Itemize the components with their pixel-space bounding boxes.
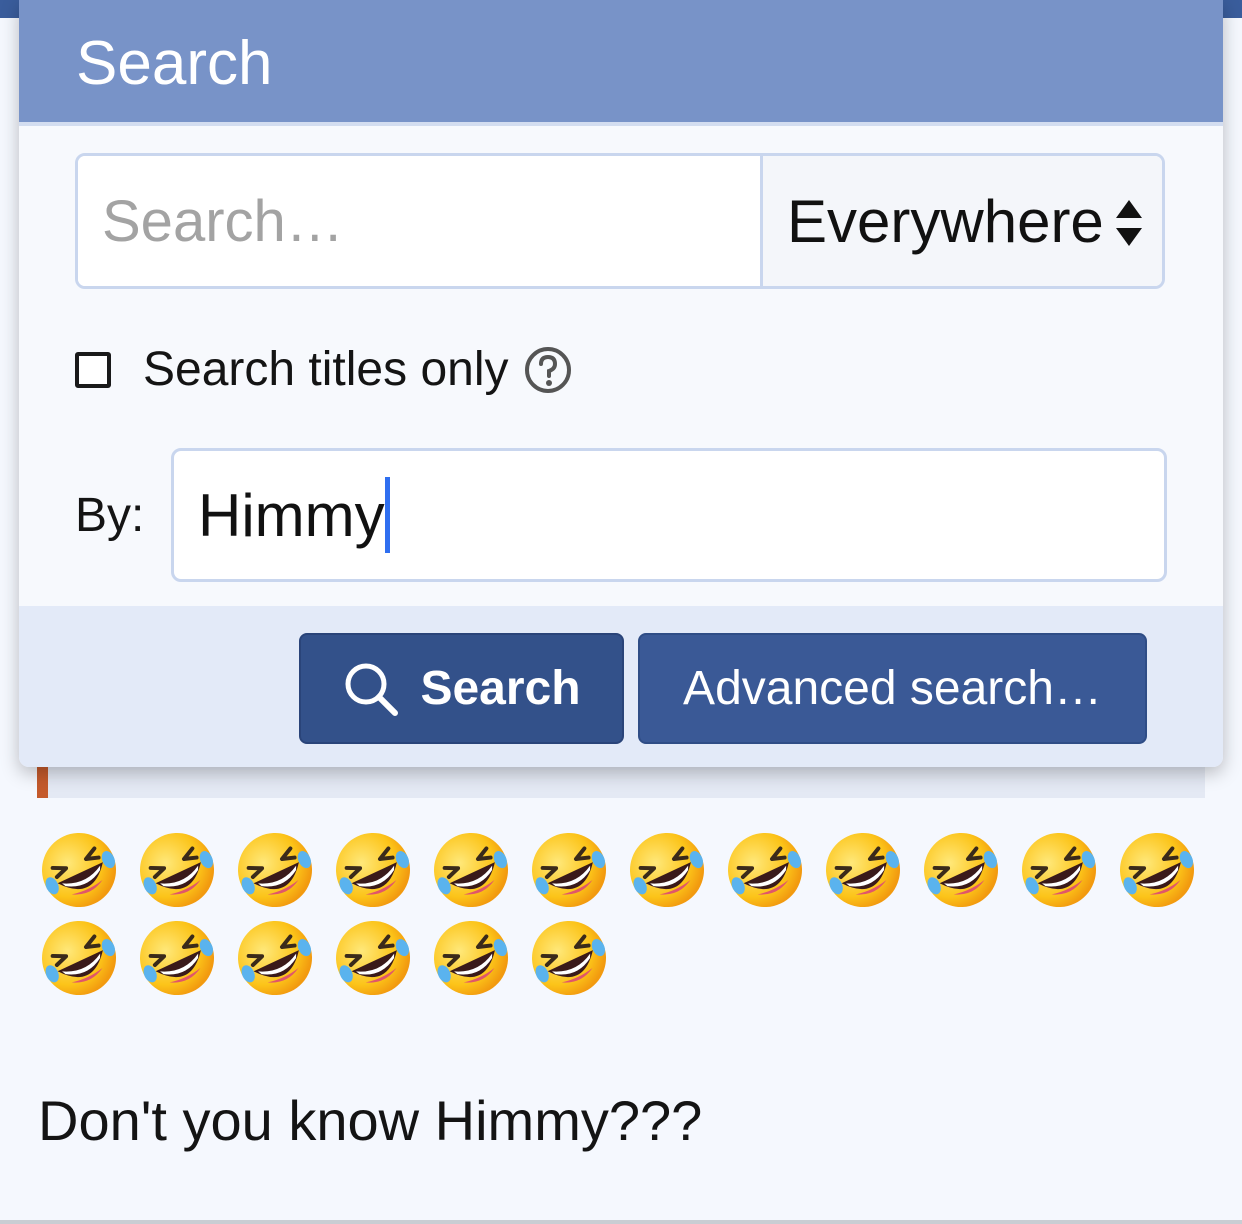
rolling-on-the-floor-laughing-emoji — [430, 917, 512, 999]
advanced-search-label: Advanced search… — [683, 662, 1102, 715]
rolling-on-the-floor-laughing-emoji — [528, 917, 610, 999]
rolling-on-the-floor-laughing-emoji — [234, 829, 316, 911]
select-arrows-icon — [1116, 200, 1142, 246]
titles-only-label[interactable]: Search titles only — [143, 342, 509, 397]
page-bottom-border — [0, 1220, 1242, 1224]
by-label: By: — [75, 488, 145, 542]
rolling-on-the-floor-laughing-emoji — [332, 829, 414, 911]
rolling-on-the-floor-laughing-emoji — [38, 829, 120, 911]
search-input-group: Search… Everywhere — [75, 153, 1165, 289]
search-button-label: Search — [420, 662, 581, 715]
member-input-value: Himmy — [198, 481, 385, 549]
search-button[interactable]: Search — [299, 633, 624, 744]
rolling-on-the-floor-laughing-emoji — [920, 829, 1002, 911]
emoji-row — [38, 826, 1218, 914]
rolling-on-the-floor-laughing-emoji — [724, 829, 806, 911]
emoji-area — [38, 826, 1218, 1002]
popup-header: Search — [19, 0, 1223, 126]
scope-select[interactable]: Everywhere — [760, 156, 1162, 286]
rolling-on-the-floor-laughing-emoji — [136, 917, 218, 999]
rolling-on-the-floor-laughing-emoji — [626, 829, 708, 911]
rolling-on-the-floor-laughing-emoji — [822, 829, 904, 911]
help-icon[interactable] — [523, 345, 573, 395]
search-icon — [345, 663, 399, 716]
rolling-on-the-floor-laughing-emoji — [1116, 829, 1198, 911]
emoji-row — [38, 914, 1218, 1002]
titles-only-row: Search titles only — [75, 342, 573, 397]
by-row: By: Himmy — [75, 448, 1167, 582]
rolling-on-the-floor-laughing-emoji — [1018, 829, 1100, 911]
advanced-search-button[interactable]: Advanced search… — [638, 633, 1147, 744]
rolling-on-the-floor-laughing-emoji — [234, 917, 316, 999]
member-input[interactable]: Himmy — [171, 448, 1167, 582]
scope-select-value: Everywhere — [787, 187, 1104, 255]
rolling-on-the-floor-laughing-emoji — [332, 917, 414, 999]
rolling-on-the-floor-laughing-emoji — [38, 917, 120, 999]
search-input[interactable]: Search… — [78, 156, 760, 286]
text-cursor — [384, 477, 390, 553]
rolling-on-the-floor-laughing-emoji — [528, 829, 610, 911]
popup-title: Search — [76, 29, 273, 98]
rolling-on-the-floor-laughing-emoji — [430, 829, 512, 911]
rolling-on-the-floor-laughing-emoji — [136, 829, 218, 911]
post-message: Don't you know Himmy??? — [38, 1089, 703, 1152]
titles-only-checkbox[interactable] — [75, 351, 111, 388]
